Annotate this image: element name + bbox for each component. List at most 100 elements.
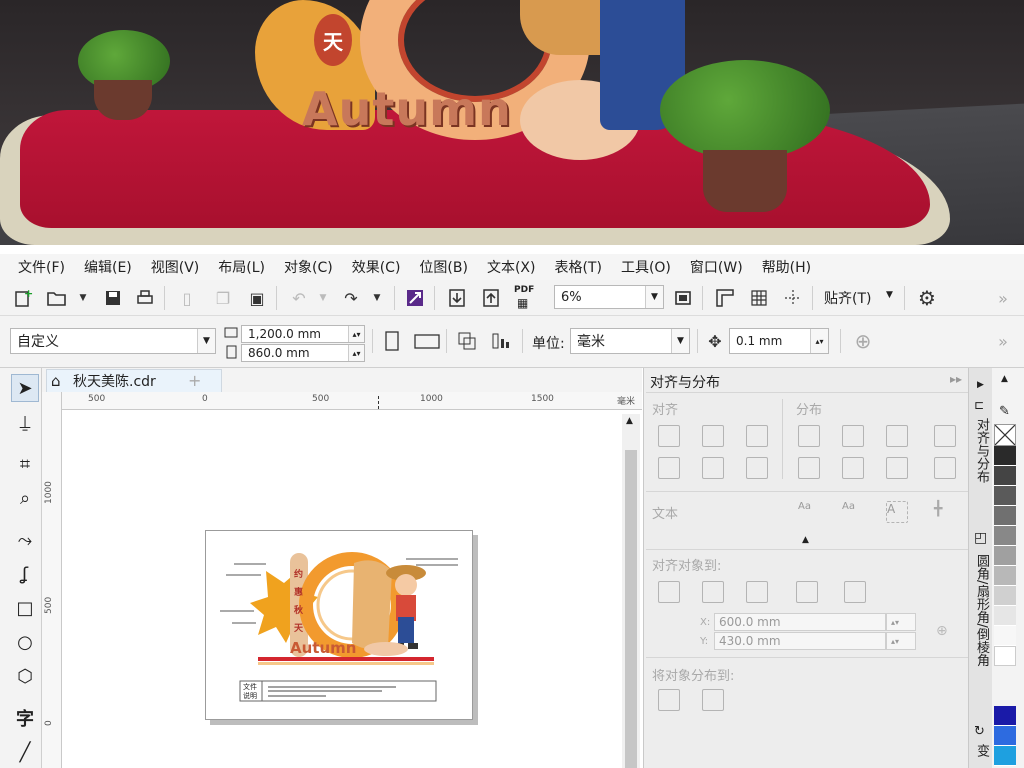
show-grid-icon[interactable] [748,287,770,309]
dimension-tool-icon[interactable]: ╱ [11,738,39,766]
y-position-field[interactable]: 430.0 mm [714,632,886,650]
tab-fillet-scallop-chamfer[interactable]: 圆角/扇形角/倒棱角 [973,554,991,667]
menu-tools[interactable]: 工具(O) [621,257,671,277]
spin-icon[interactable]: ▴▾ [348,326,364,342]
distribute-center-h-icon[interactable] [842,425,864,447]
no-color-swatch[interactable] [994,424,1016,446]
text-bounding-box-icon[interactable]: A [886,501,908,523]
ellipse-tool-icon[interactable]: ○ [11,628,39,656]
corel-connect-icon[interactable] [404,287,426,309]
docker-expand-icon[interactable]: ▸▸ [950,372,962,386]
save-icon[interactable] [102,287,124,309]
color-swatch[interactable] [994,746,1016,766]
distribute-left-icon[interactable] [798,425,820,447]
rectangle-tool-icon[interactable]: □ [11,594,39,622]
page-size-dropdown[interactable]: 自定义 ▼ [10,328,216,354]
color-swatch[interactable] [994,466,1016,486]
units-dropdown[interactable]: 毫米 ▼ [570,328,690,354]
scrollbar-thumb[interactable] [625,450,637,768]
align-to-active-objects-icon[interactable] [658,581,680,603]
menu-object[interactable]: 对象(C) [284,257,333,277]
distribute-spacing-h-icon[interactable] [934,425,956,447]
menu-effects[interactable]: 效果(C) [352,257,401,277]
align-to-grid-icon[interactable] [796,581,818,603]
undo-icon[interactable]: ↶ [288,287,310,309]
x-spin[interactable]: ▴▾ [886,613,916,631]
color-swatch[interactable] [994,706,1016,726]
page-width-field[interactable]: 1,200.0 mm ▴▾ [241,325,365,343]
current-page-icon[interactable] [490,330,512,352]
color-swatch[interactable] [994,566,1016,586]
snap-to-dropdown[interactable]: 贴齐(T) ▼ [824,288,898,308]
more-overflow-icon[interactable]: » [992,287,1014,309]
export-icon[interactable] [480,287,502,309]
new-tab-icon[interactable]: + [188,371,201,390]
text-outline-icon[interactable]: ╋ [934,501,956,523]
shape-tool-icon[interactable]: ⍊ [11,408,39,436]
color-swatch[interactable] [994,626,1016,646]
menu-bitmaps[interactable]: 位图(B) [419,257,468,277]
distribute-bottom-icon[interactable] [886,457,908,479]
align-right-icon[interactable] [746,425,768,447]
align-center-h-icon[interactable] [702,425,724,447]
distribute-to-selection-icon[interactable] [658,689,680,711]
menu-layout[interactable]: 布局(L) [218,257,265,277]
zoom-level-dropdown[interactable]: 6% ▼ [554,285,664,309]
align-bottom-icon[interactable] [746,457,768,479]
spin-icon[interactable]: ▴▾ [810,329,828,353]
nudge-distance-field[interactable]: 0.1 mm ▴▾ [729,328,829,354]
full-screen-preview-icon[interactable] [672,287,694,309]
cut-icon[interactable]: ▯ [176,287,198,309]
color-swatch[interactable] [994,446,1016,466]
horizontal-ruler[interactable]: 500 0 500 1000 1500 毫米 [62,392,642,410]
distribute-top-icon[interactable] [798,457,820,479]
paste-icon[interactable]: ▣ [246,287,268,309]
align-to-point-icon[interactable] [844,581,866,603]
pen-icon[interactable]: ✎ [999,404,1010,419]
menu-help[interactable]: 帮助(H) [762,257,811,277]
chevron-down-icon[interactable]: ▼ [645,286,663,308]
freehand-tool-icon[interactable]: ⤳ [11,526,39,554]
y-spin[interactable]: ▴▾ [886,632,916,650]
color-swatch[interactable] [994,486,1016,506]
add-icon[interactable]: ⊕ [852,329,874,353]
vertical-scrollbar[interactable]: ▲ [622,414,640,768]
chevron-down-icon[interactable]: ▼ [312,287,334,309]
menu-table[interactable]: 表格(T) [554,257,601,277]
home-icon[interactable]: ⌂ [51,372,61,390]
spin-icon[interactable]: ▴▾ [348,345,364,361]
color-swatch[interactable] [994,586,1016,606]
color-swatch[interactable] [994,526,1016,546]
menu-view[interactable]: 视图(V) [151,257,200,277]
align-left-icon[interactable] [658,425,680,447]
x-position-field[interactable]: 600.0 mm [714,613,886,631]
redo-icon[interactable]: ↷ [340,287,362,309]
distribute-center-v-icon[interactable] [842,457,864,479]
menu-text[interactable]: 文本(X) [487,257,536,277]
palette-scroll-up-icon[interactable]: ▲ [1001,374,1008,384]
copy-icon[interactable]: ❐ [212,287,234,309]
document-page[interactable]: 约 惠 秋 天 Autumn 文件 说明 [205,530,473,720]
tab-align-distribute[interactable]: 对齐与分布 [973,418,991,483]
chevron-down-icon[interactable]: ▼ [197,329,215,353]
align-to-page-center-icon[interactable] [746,581,768,603]
distribute-spacing-v-icon[interactable] [934,457,956,479]
add-point-icon[interactable]: ⊕ [936,623,948,639]
distribute-right-icon[interactable] [886,425,908,447]
polygon-tool-icon[interactable]: ⬡ [11,662,39,690]
collapse-arrow-icon[interactable]: ▲ [802,535,809,545]
align-to-page-edge-icon[interactable] [702,581,724,603]
artistic-media-tool-icon[interactable]: ʆ [11,560,39,588]
menu-file[interactable]: 文件(F) [18,257,65,277]
text-last-baseline-icon[interactable]: Aa [842,501,864,523]
publish-pdf-button[interactable]: PDF ▦ [514,285,538,311]
text-tool-icon[interactable]: 字 [11,704,39,732]
distribute-to-page-icon[interactable] [702,689,724,711]
page-height-field[interactable]: 860.0 mm ▴▾ [241,344,365,362]
portrait-icon[interactable] [381,330,403,352]
chevron-down-icon[interactable]: ▼ [671,329,689,353]
tab-transform[interactable]: 变 [973,744,991,757]
menu-window[interactable]: 窗口(W) [690,257,743,277]
gear-icon[interactable]: ⚙ [916,286,938,310]
all-pages-icon[interactable] [456,330,478,352]
